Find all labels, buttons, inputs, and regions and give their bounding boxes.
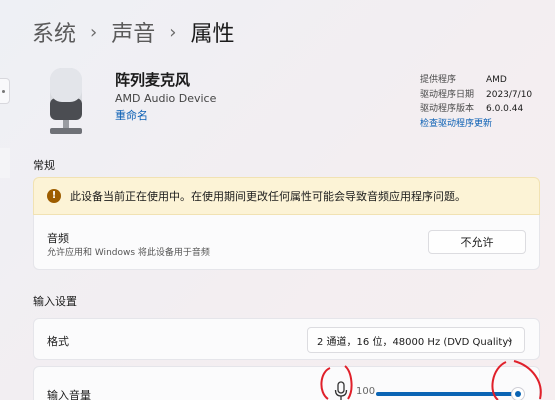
warning-icon: ! [47, 189, 61, 203]
dot-icon [2, 90, 5, 93]
audio-description: 允许应用和 Windows 将此设备用于音频 [47, 248, 210, 258]
driver-date-row: 驱动程序日期 2023/7/10 [420, 88, 532, 103]
input-volume-label: 输入音量 [47, 389, 91, 400]
driver-date-label: 驱动程序日期 [420, 89, 475, 100]
sidebar-collapse-tab[interactable] [0, 78, 10, 104]
microphone-icon[interactable] [334, 381, 348, 400]
input-volume-slider-track[interactable] [376, 392, 518, 396]
disallow-button[interactable]: 不允许 [428, 230, 526, 254]
format-select[interactable]: 2 通道，16 位，48000 Hz (DVD Quality) ⌄ [307, 327, 525, 353]
general-section-title: 常规 [33, 159, 55, 172]
input-volume-card: 输入音量 100 [33, 366, 540, 400]
format-setting-card: 格式 2 通道，16 位，48000 Hz (DVD Quality) ⌄ [33, 318, 540, 360]
sidebar-strip [0, 148, 10, 178]
in-use-warning: ! 此设备当前正在使用中。在使用期间更改任何属性可能会导致音频应用程序问题。 [33, 177, 540, 215]
format-label: 格式 [47, 335, 69, 348]
warning-text: 此设备当前正在使用中。在使用期间更改任何属性可能会导致音频应用程序问题。 [70, 190, 466, 203]
input-volume-slider-thumb[interactable] [511, 387, 525, 400]
breadcrumb-system[interactable]: 系统 [32, 16, 76, 48]
check-driver-update-link[interactable]: 检查驱动程序更新 [420, 117, 532, 132]
device-name: 阵列麦克风 [115, 71, 191, 89]
sidebar-edge [0, 0, 12, 400]
breadcrumb-sound[interactable]: 声音 [111, 16, 155, 48]
audio-title: 音频 [47, 232, 69, 245]
driver-provider-row: 提供程序 AMD [420, 73, 532, 88]
rename-link[interactable]: 重命名 [115, 109, 216, 123]
chevron-right-icon: › [169, 21, 177, 43]
device-header: 阵列麦克风 AMD Audio Device 重命名 [115, 70, 216, 123]
driver-version-value: 6.0.0.44 [486, 104, 524, 114]
driver-provider-label: 提供程序 [420, 75, 457, 85]
microphone-device-icon [50, 68, 82, 134]
driver-provider-value: AMD [486, 75, 507, 85]
breadcrumb-properties: 属性 [190, 22, 235, 47]
input-settings-section-title: 输入设置 [33, 295, 77, 308]
chevron-down-icon: ⌄ [505, 334, 514, 345]
device-subtitle: AMD Audio Device [115, 92, 217, 105]
breadcrumb: 系统 › 声音 › 属性 [32, 14, 234, 50]
chevron-right-icon: › [90, 21, 98, 43]
driver-date-value: 2023/7/10 [486, 89, 533, 100]
format-selected-value: 2 通道，16 位，48000 Hz (DVD Quality) [317, 336, 513, 348]
driver-version-row: 驱动程序版本 6.0.0.44 [420, 102, 532, 117]
driver-version-label: 驱动程序版本 [420, 104, 475, 114]
driver-info: 提供程序 AMD 驱动程序日期 2023/7/10 驱动程序版本 6.0.0.4… [420, 73, 532, 131]
input-volume-value: 100 [356, 386, 376, 397]
audio-setting-card: 音频 允许应用和 Windows 将此设备用于音频 不允许 [33, 215, 540, 270]
